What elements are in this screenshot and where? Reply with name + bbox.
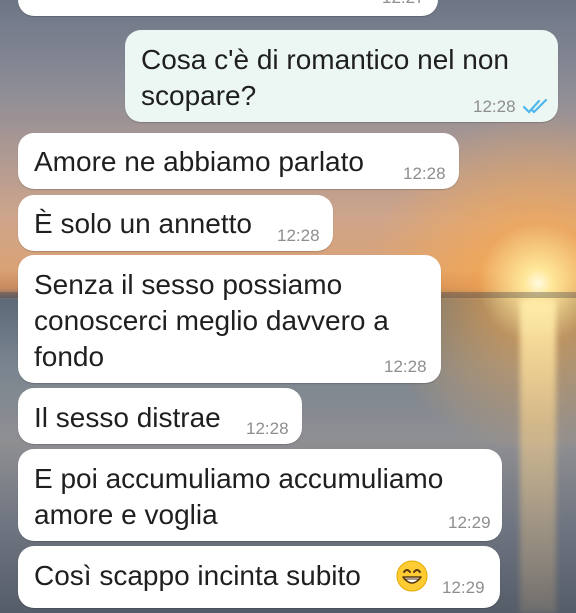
message-time: 12:28 — [246, 419, 289, 438]
outgoing-message-bubble[interactable]: Cosa c'è di romantico nel non scopare? 1… — [125, 30, 558, 122]
double-check-read-icon — [523, 98, 548, 114]
message-time: 12:28 — [384, 357, 427, 376]
incoming-message-bubble[interactable]: Senza il sesso possiamo conoscerci megli… — [18, 255, 441, 383]
message-text-line-1: Cosa c'è di romantico nel non — [141, 44, 509, 75]
sunset-reflection — [520, 300, 556, 613]
message-text: Amore ne abbiamo parlato — [34, 146, 364, 177]
message-text-line-2: scopare? — [141, 80, 257, 111]
message-time: 12:28 — [403, 164, 446, 183]
incoming-message-bubble[interactable]: Così scappo incinta subito 12:29 — [18, 546, 500, 608]
message-time: 12:28 — [473, 97, 516, 116]
message-text-line-1: E poi accumuliamo accumuliamo — [34, 463, 444, 494]
incoming-message-bubble[interactable]: È solo un annetto 12:28 — [18, 195, 333, 251]
incoming-message-bubble[interactable]: Amore ne abbiamo parlato 12:28 — [18, 133, 459, 189]
incoming-message-bubble[interactable]: E poi accumuliamo accumuliamo amore e vo… — [18, 449, 502, 541]
message-text: Così scappo incinta subito — [34, 560, 361, 591]
message-time: 12:29 — [448, 513, 491, 532]
message-time: 12:27 — [382, 0, 425, 8]
incoming-message-bubble[interactable]: Il sesso distrae 12:28 — [18, 388, 302, 444]
message-text: Il sesso distrae — [34, 402, 221, 433]
message-time: 12:29 — [442, 578, 485, 597]
message-text-line-2: conoscerci meglio davvero a — [34, 305, 389, 336]
message-text-line-1: Senza il sesso possiamo — [34, 269, 343, 300]
message-text-line-2: amore e voglia — [34, 499, 218, 530]
message-text-line-3: fondo — [34, 341, 105, 372]
message-text: È solo un annetto — [34, 208, 252, 239]
message-bubble-partial[interactable]: fuoco 12:27 — [18, 0, 438, 16]
message-time: 12:28 — [277, 226, 320, 245]
grinning-face-emoji — [396, 560, 428, 592]
